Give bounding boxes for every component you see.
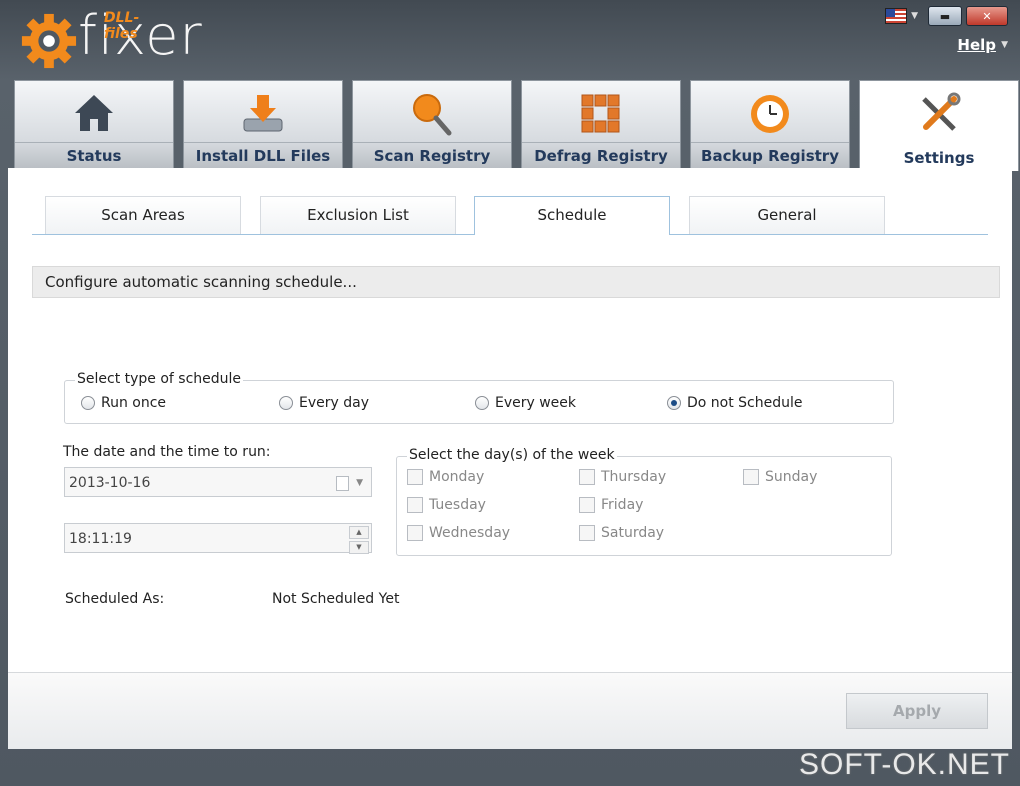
- checkbox-label: Friday: [601, 497, 644, 513]
- checkbox-label: Sunday: [765, 469, 818, 485]
- group-title: Select the day(s) of the week: [407, 447, 617, 463]
- radio-indicator[interactable]: [475, 396, 489, 410]
- checkbox-label: Wednesday: [429, 525, 511, 541]
- radio-indicator[interactable]: [279, 396, 293, 410]
- blocks-icon: [581, 94, 620, 133]
- tab-schedule[interactable]: Schedule: [474, 196, 670, 235]
- radio-do-not-schedule[interactable]: Do not Schedule: [667, 395, 803, 411]
- checkbox-box[interactable]: [579, 469, 595, 485]
- settings-subtabs: Scan Areas Exclusion List Schedule Gener…: [32, 196, 988, 235]
- scheduled-as-label: Scheduled As:: [65, 591, 165, 607]
- schedule-type-group: Select type of schedule Run once Every d…: [64, 371, 894, 424]
- checkbox-box[interactable]: [407, 525, 423, 541]
- window-controls: ▼ ▬ ✕: [885, 6, 1008, 26]
- radio-every-week[interactable]: Every week: [475, 395, 576, 411]
- tab-defrag-registry[interactable]: Defrag Registry: [521, 80, 681, 169]
- checkbox-box[interactable]: [407, 469, 423, 485]
- tab-label: Status: [15, 142, 173, 169]
- checkbox-monday[interactable]: Monday: [407, 469, 484, 485]
- spin-down-button[interactable]: ▼: [349, 541, 369, 554]
- checkbox-friday[interactable]: Friday: [579, 497, 643, 513]
- brand-sub: DLL-files: [104, 10, 140, 42]
- watermark: SOFT-OK.NET: [798, 748, 1010, 781]
- radio-every-day[interactable]: Every day: [279, 395, 369, 411]
- tab-scan-areas[interactable]: Scan Areas: [45, 196, 241, 234]
- checkbox-label: Tuesday: [429, 497, 486, 513]
- calendar-icon[interactable]: [336, 476, 349, 491]
- time-value: 18:11:19: [69, 531, 132, 547]
- checkbox-wednesday[interactable]: Wednesday: [407, 525, 510, 541]
- close-button[interactable]: ✕: [966, 6, 1008, 26]
- checkbox-sunday[interactable]: Sunday: [743, 469, 817, 485]
- checkbox-thursday[interactable]: Thursday: [579, 469, 666, 485]
- radio-label: Run once: [101, 395, 167, 411]
- checkbox-label: Saturday: [601, 525, 665, 541]
- checkbox-tuesday[interactable]: Tuesday: [407, 497, 486, 513]
- gear-logo-icon: [21, 13, 77, 69]
- tab-scan-registry[interactable]: Scan Registry: [352, 80, 512, 169]
- chevron-down-icon[interactable]: ▼: [356, 468, 363, 498]
- us-flag-icon[interactable]: [885, 8, 908, 24]
- minimize-button[interactable]: ▬: [928, 6, 962, 26]
- weekdays-group: Select the day(s) of the week Monday Tue…: [396, 447, 892, 556]
- section-header: Configure automatic scanning schedule...: [32, 266, 1000, 298]
- download-drive-icon: [243, 95, 283, 132]
- spin-up-button[interactable]: ▲: [349, 526, 369, 539]
- tab-settings[interactable]: Settings: [859, 80, 1019, 171]
- radio-indicator[interactable]: [667, 396, 681, 410]
- date-picker[interactable]: 2013-10-16 ▼: [64, 467, 372, 497]
- apply-button[interactable]: Apply: [846, 693, 988, 729]
- radio-label: Do not Schedule: [687, 395, 803, 411]
- checkbox-box[interactable]: [743, 469, 759, 485]
- date-value: 2013-10-16: [69, 475, 151, 491]
- checkbox-box[interactable]: [579, 497, 595, 513]
- group-title: Select type of schedule: [75, 371, 244, 387]
- footer-bar: Apply: [8, 672, 1012, 749]
- checkbox-box[interactable]: [579, 525, 595, 541]
- tab-label: Backup Registry: [691, 142, 849, 169]
- tab-exclusion-list[interactable]: Exclusion List: [260, 196, 456, 234]
- chevron-down-icon[interactable]: ▼: [1001, 40, 1008, 50]
- tools-icon: [922, 92, 961, 131]
- chevron-down-icon[interactable]: ▼: [911, 11, 918, 21]
- settings-panel: Scan Areas Exclusion List Schedule Gener…: [8, 168, 1012, 672]
- brand-name: fixer: [78, 4, 203, 67]
- clock-restore-icon: [751, 95, 789, 133]
- radio-run-once[interactable]: Run once: [81, 395, 166, 411]
- tab-label: Defrag Registry: [522, 142, 680, 169]
- main-tabs: Status Install DLL Files Scan Registry D…: [14, 80, 1019, 171]
- magnifier-icon: [413, 94, 452, 136]
- checkbox-saturday[interactable]: Saturday: [579, 525, 664, 541]
- help-menu[interactable]: Help: [957, 36, 996, 54]
- tab-label: Scan Registry: [353, 142, 511, 169]
- time-input[interactable]: 18:11:19 ▲ ▼: [64, 523, 372, 556]
- radio-indicator[interactable]: [81, 396, 95, 410]
- tab-general[interactable]: General: [689, 196, 885, 234]
- radio-label: Every day: [299, 395, 369, 411]
- time-spinner[interactable]: ▲ ▼: [349, 526, 369, 556]
- datetime-label: The date and the time to run:: [63, 444, 271, 460]
- radio-label: Every week: [495, 395, 577, 411]
- checkbox-label: Thursday: [601, 469, 667, 485]
- checkbox-label: Monday: [429, 469, 485, 485]
- scheduled-as-value: Not Scheduled Yet: [272, 591, 400, 607]
- tab-label: Install DLL Files: [184, 142, 342, 169]
- checkbox-box[interactable]: [407, 497, 423, 513]
- tab-status[interactable]: Status: [14, 80, 174, 169]
- tab-backup-registry[interactable]: Backup Registry: [690, 80, 850, 169]
- app-window: fixer DLL-files ▼ ▬ ✕ Help ▼ Status Inst…: [0, 0, 1020, 786]
- tab-install-dll-files[interactable]: Install DLL Files: [183, 80, 343, 169]
- house-icon: [75, 95, 113, 131]
